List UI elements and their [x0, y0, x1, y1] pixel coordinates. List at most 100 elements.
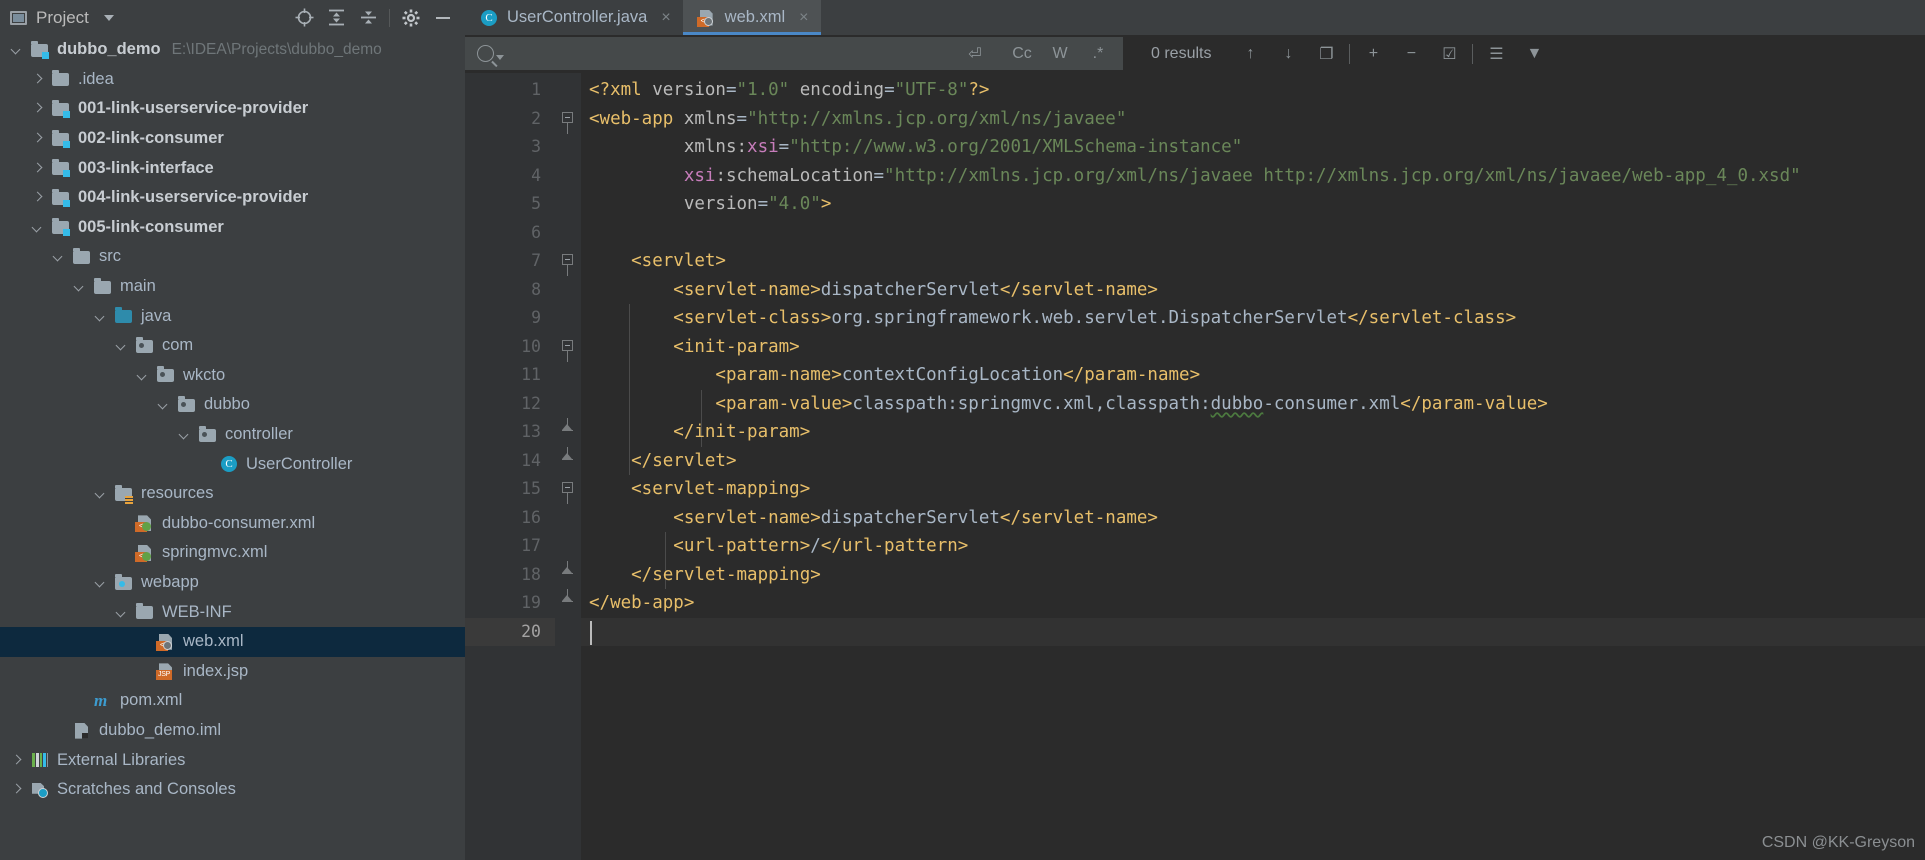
tree-row[interactable]: src: [0, 242, 465, 272]
chevron-right-icon[interactable]: [31, 73, 44, 86]
chevron-right-icon[interactable]: [10, 754, 23, 767]
match-case-button[interactable]: Cc: [1003, 45, 1041, 63]
regex-button[interactable]: .*: [1079, 45, 1117, 63]
chevron-down-icon[interactable]: [10, 43, 23, 56]
select-all-occurrences-icon[interactable]: ❐: [1307, 35, 1345, 73]
code-token: "4.0": [768, 194, 821, 214]
close-icon[interactable]: ×: [661, 9, 670, 26]
fold-collapse-icon[interactable]: [561, 333, 574, 362]
fold-end-icon[interactable]: [561, 418, 574, 447]
tree-row[interactable]: 002-link-consumer: [0, 124, 465, 154]
select-lines-icon[interactable]: ☑: [1430, 35, 1468, 73]
chevron-down-icon[interactable]: [94, 576, 107, 589]
chevron-right-icon[interactable]: [10, 783, 23, 796]
tree-row[interactable]: < springmvc.xml: [0, 538, 465, 568]
find-input-container[interactable]: ⏎ Cc W .*: [465, 37, 1123, 70]
tree-row[interactable]: .idea: [0, 65, 465, 95]
chevron-down-icon[interactable]: [52, 250, 65, 263]
tree-row[interactable]: 001-link-userservice-provider: [0, 94, 465, 124]
module-folder-icon: [51, 129, 71, 148]
fold-end-icon[interactable]: [561, 589, 574, 618]
find-next-icon[interactable]: ↓: [1269, 35, 1307, 73]
find-in-selection-icon[interactable]: ☰: [1477, 35, 1515, 73]
line-number-gutter[interactable]: 1 2 3 4 5 6 7 8 9 10 11 12 13 14 15 16 17 18 19 20: [465, 73, 555, 860]
tree-row[interactable]: External Libraries: [0, 745, 465, 775]
code-token: "http://www.w3.org/2001/XMLSchema-instan…: [789, 137, 1243, 157]
tree-row[interactable]: < dubbo-consumer.xml: [0, 509, 465, 539]
chevron-down-icon[interactable]: [94, 310, 107, 323]
expand-all-icon[interactable]: [320, 3, 352, 33]
add-line-icon[interactable]: +: [1354, 35, 1392, 73]
chevron-down-icon[interactable]: [103, 14, 114, 21]
chevron-right-icon[interactable]: [31, 162, 44, 175]
fold-collapse-icon[interactable]: [561, 247, 574, 276]
tree-row[interactable]: main: [0, 272, 465, 302]
tree-row[interactable]: controller: [0, 420, 465, 450]
tree-row[interactable]: 005-link-consumer: [0, 213, 465, 243]
code-token: ?>: [968, 80, 990, 100]
code-token: =: [757, 194, 769, 214]
close-icon[interactable]: ×: [799, 9, 808, 26]
collapse-all-icon[interactable]: [352, 3, 384, 33]
fold-collapse-icon[interactable]: [561, 105, 574, 134]
tree-row[interactable]: dubbo_demo.iml: [0, 716, 465, 746]
hide-panel-icon[interactable]: [427, 3, 459, 33]
fold-collapse-icon[interactable]: [561, 475, 574, 504]
tree-row[interactable]: < web.xml: [0, 627, 465, 657]
tree-row[interactable]: dubbo_demo E:\IDEA\Projects\dubbo_demo: [0, 35, 465, 65]
chevron-down-icon[interactable]: [157, 398, 170, 411]
tree-row[interactable]: 004-link-userservice-provider: [0, 183, 465, 213]
scratches-icon: [30, 781, 50, 799]
tree-row[interactable]: resources: [0, 479, 465, 509]
tree-item-label: dubbo: [204, 395, 250, 414]
code-token: <web-app: [589, 108, 674, 129]
settings-gear-icon[interactable]: [395, 3, 427, 33]
tree-row[interactable]: wkcto: [0, 361, 465, 391]
tree-row[interactable]: dubbo: [0, 390, 465, 420]
fold-end-icon[interactable]: [561, 446, 574, 476]
locate-icon[interactable]: [288, 3, 320, 33]
code-line: </servlet>: [589, 447, 736, 476]
chevron-down-icon[interactable]: [136, 369, 149, 382]
remove-line-icon[interactable]: −: [1392, 35, 1430, 73]
chevron-down-icon[interactable]: [31, 221, 44, 234]
fold-end-icon[interactable]: [561, 560, 574, 590]
tree-row[interactable]: 003-link-interface: [0, 153, 465, 183]
line-number: 11: [521, 365, 541, 384]
package-icon: [135, 336, 155, 355]
tree-item-label: java: [141, 306, 172, 325]
chevron-down-icon[interactable]: [115, 339, 128, 352]
libraries-icon: [30, 751, 50, 769]
tree-row[interactable]: com: [0, 331, 465, 361]
tree-row[interactable]: JSP index.jsp: [0, 657, 465, 687]
fold-gutter[interactable]: [555, 73, 635, 860]
project-tree[interactable]: dubbo_demo E:\IDEA\Projects\dubbo_demo .id…: [0, 35, 465, 860]
filter-icon[interactable]: ▼: [1515, 35, 1553, 73]
module-folder-icon: [51, 159, 71, 178]
tree-row[interactable]: m pom.xml: [0, 686, 465, 716]
project-title-group[interactable]: Project: [10, 8, 114, 28]
line-number: 16: [521, 507, 541, 527]
tree-row[interactable]: Scratches and Consoles: [0, 775, 465, 805]
tree-row[interactable]: java: [0, 301, 465, 331]
chevron-right-icon[interactable]: [31, 102, 44, 115]
search-input[interactable]: [504, 43, 956, 64]
chevron-down-icon[interactable]: [94, 487, 107, 500]
editor-tab[interactable]: < web.xml ×: [682, 0, 821, 35]
tree-row[interactable]: webapp: [0, 568, 465, 598]
editor-tab[interactable]: C UserController.java ×: [465, 0, 683, 35]
tree-item-label: dubbo_demo.iml: [99, 721, 221, 740]
chevron-down-icon[interactable]: [73, 280, 86, 293]
words-button[interactable]: W: [1041, 45, 1079, 63]
search-history-chevron-icon[interactable]: [496, 54, 504, 60]
tree-row[interactable]: C UserController: [0, 449, 465, 479]
regex-history-icon[interactable]: ⏎: [956, 44, 994, 64]
tree-row[interactable]: WEB-INF: [0, 597, 465, 627]
chevron-right-icon[interactable]: [31, 132, 44, 145]
editor-tab-label: web.xml: [724, 8, 786, 26]
find-previous-icon[interactable]: ↑: [1231, 35, 1269, 73]
chevron-down-icon[interactable]: [178, 428, 191, 441]
code-text-area[interactable]: <?xml version="1.0" encoding="UTF-8"?> <w…: [581, 73, 1925, 860]
chevron-down-icon[interactable]: [115, 606, 128, 619]
chevron-right-icon[interactable]: [31, 191, 44, 204]
